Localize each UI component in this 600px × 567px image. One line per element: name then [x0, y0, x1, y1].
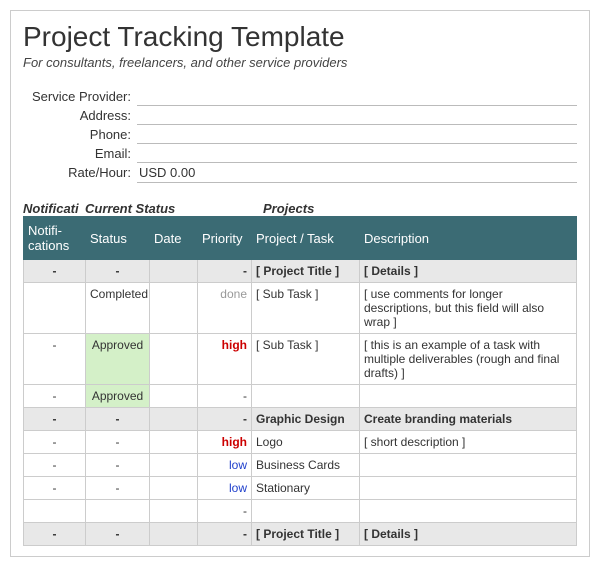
cell-notif — [24, 500, 86, 523]
rate-label: Rate/Hour: — [27, 164, 137, 183]
cell-priority: - — [198, 500, 252, 523]
cell-task: Logo — [252, 431, 360, 454]
table-row: ---Graphic DesignCreate branding materia… — [24, 408, 577, 431]
cell-priority: high — [198, 431, 252, 454]
cell-date — [150, 523, 198, 546]
cell-task — [252, 500, 360, 523]
col-notif: Notifi-cations — [24, 217, 86, 260]
cell-priority: low — [198, 477, 252, 500]
cell-date — [150, 431, 198, 454]
table-row: -- lowBusiness Cards — [24, 454, 577, 477]
page-subtitle: For consultants, freelancers, and other … — [23, 55, 577, 70]
cell-task: Stationary — [252, 477, 360, 500]
cell-task: Business Cards — [252, 454, 360, 477]
cell-date — [150, 500, 198, 523]
cell-desc — [360, 454, 577, 477]
cell-desc: [ use comments for longer descriptions, … — [360, 283, 577, 334]
cell-date — [150, 260, 198, 283]
table-row: -- lowStationary — [24, 477, 577, 500]
cell-notif: - — [24, 523, 86, 546]
cell-status: Approved — [86, 334, 150, 385]
cell-task: [ Project Title ] — [252, 260, 360, 283]
cell-status: - — [86, 523, 150, 546]
cell-priority: low — [198, 454, 252, 477]
email-label: Email: — [27, 145, 137, 163]
cell-desc — [360, 500, 577, 523]
cell-status: - — [86, 408, 150, 431]
cell-date — [150, 477, 198, 500]
col-task: Project / Task — [252, 217, 360, 260]
cell-notif: - — [24, 477, 86, 500]
cell-status: - — [86, 454, 150, 477]
table-row: Completed done[ Sub Task ][ use comments … — [24, 283, 577, 334]
table-row: -- highLogo[ short description ] — [24, 431, 577, 454]
cell-status: Completed — [86, 283, 150, 334]
provider-info: Service Provider: Address: Phone: Email:… — [27, 88, 577, 183]
table-row: -Approved- — [24, 385, 577, 408]
cell-date — [150, 454, 198, 477]
cell-task: [ Project Title ] — [252, 523, 360, 546]
cell-date — [150, 283, 198, 334]
table-row: ---[ Project Title ][ Details ] — [24, 260, 577, 283]
cell-notif: - — [24, 431, 86, 454]
cell-desc — [360, 477, 577, 500]
rate-value: USD 0.00 — [137, 164, 577, 183]
col-priority: Priority — [198, 217, 252, 260]
cell-desc: [ short description ] — [360, 431, 577, 454]
col-desc: Description — [360, 217, 577, 260]
section-head-projects: Projects — [263, 201, 577, 216]
cell-notif: - — [24, 260, 86, 283]
table-row: - — [24, 500, 577, 523]
cell-notif — [24, 283, 86, 334]
cell-desc: [ this is an example of a task with mult… — [360, 334, 577, 385]
provider-label: Service Provider: — [27, 88, 137, 106]
cell-date — [150, 385, 198, 408]
table-row: -Approved high[ Sub Task ][ this is an ex… — [24, 334, 577, 385]
cell-notif: - — [24, 408, 86, 431]
cell-status — [86, 500, 150, 523]
phone-value — [137, 126, 577, 144]
cell-task — [252, 385, 360, 408]
cell-task: [ Sub Task ] — [252, 334, 360, 385]
cell-desc: [ Details ] — [360, 260, 577, 283]
section-headers: Notificati Current Status Projects — [23, 201, 577, 216]
section-head-notif: Notificati — [23, 201, 85, 216]
cell-date — [150, 334, 198, 385]
document-container: Project Tracking Template For consultant… — [10, 10, 590, 557]
table-row: ---[ Project Title ][ Details ] — [24, 523, 577, 546]
cell-status: Approved — [86, 385, 150, 408]
cell-status: - — [86, 477, 150, 500]
address-value — [137, 107, 577, 125]
table-header-row: Notifi-cations Status Date Priority Proj… — [24, 217, 577, 260]
cell-priority: - — [198, 260, 252, 283]
cell-status: - — [86, 431, 150, 454]
cell-desc — [360, 385, 577, 408]
cell-priority: - — [198, 385, 252, 408]
col-status: Status — [86, 217, 150, 260]
email-value — [137, 145, 577, 163]
cell-notif: - — [24, 334, 86, 385]
cell-status: - — [86, 260, 150, 283]
cell-priority: - — [198, 523, 252, 546]
page-title: Project Tracking Template — [23, 21, 577, 53]
cell-desc: [ Details ] — [360, 523, 577, 546]
col-date: Date — [150, 217, 198, 260]
provider-value — [137, 88, 577, 106]
tracking-table: Notifi-cations Status Date Priority Proj… — [23, 216, 577, 546]
cell-desc: Create branding materials — [360, 408, 577, 431]
cell-priority: done — [198, 283, 252, 334]
section-head-status: Current Status — [85, 201, 263, 216]
cell-notif: - — [24, 454, 86, 477]
cell-notif: - — [24, 385, 86, 408]
cell-task: [ Sub Task ] — [252, 283, 360, 334]
cell-task: Graphic Design — [252, 408, 360, 431]
cell-priority: - — [198, 408, 252, 431]
cell-priority: high — [198, 334, 252, 385]
cell-date — [150, 408, 198, 431]
address-label: Address: — [27, 107, 137, 125]
phone-label: Phone: — [27, 126, 137, 144]
